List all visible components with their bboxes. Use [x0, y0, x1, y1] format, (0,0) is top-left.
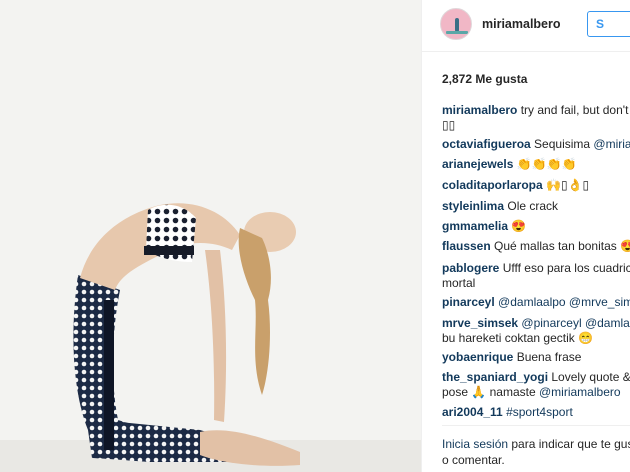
comment-text-cont: pose 🙏 namaste: [442, 385, 539, 399]
comment-mention[interactable]: @miriam: [593, 137, 630, 151]
comment-username[interactable]: styleinlima: [442, 199, 504, 213]
list-item: coladitaporlaropa 🙌▯👌▯: [442, 177, 589, 193]
list-item: gmmamelia 😍: [442, 218, 526, 234]
post-sidebar: miriamalbero S 2,872 Me gusta miriamalbe…: [421, 0, 630, 472]
comment-username[interactable]: flaussen: [442, 239, 491, 253]
comment-text: Sequisima: [534, 137, 594, 151]
comment-text: Lovely quote &: [551, 370, 630, 384]
divider: [442, 425, 630, 426]
list-item: mrve_simsek @pinarceyl @damlaalp: [442, 315, 630, 331]
comment-text: 😍: [511, 219, 527, 233]
comment-text-cont: ▯▯: [442, 118, 456, 132]
comment-username[interactable]: coladitaporlaropa: [442, 178, 543, 192]
comment-username[interactable]: ari2004_11: [442, 405, 503, 419]
comment-username[interactable]: miriamalbero: [442, 103, 517, 117]
comment-username[interactable]: mrve_simsek: [442, 316, 518, 330]
avatar[interactable]: [440, 8, 472, 40]
list-item: the_spaniard_yogi Lovely quote &: [442, 369, 630, 385]
list-item: miriamalbero try and fail, but don't f: [442, 102, 630, 118]
comment-username[interactable]: pinarceyl: [442, 295, 495, 309]
list-item: pinarceyl @damlaalpo @mrve_sims: [442, 294, 630, 310]
comment-hashtag[interactable]: #sport4sport: [506, 405, 573, 419]
list-item-continuation: pose 🙏 namaste @miriamalbero: [442, 384, 621, 400]
likes-count[interactable]: 2,872 Me gusta: [442, 72, 527, 86]
comment-text-cont: bu hareketi coktan gectik 😁: [442, 331, 594, 345]
list-item: ari2004_11 #sport4sport: [442, 404, 573, 420]
avatar-mat: [446, 31, 468, 34]
list-item: arianejewels 👏👏👏👏: [442, 156, 577, 172]
comment-mention[interactable]: @pinarceyl @damlaalp: [521, 316, 630, 330]
yoga-photo-illustration: [0, 0, 421, 472]
list-item: styleinlima Ole crack: [442, 198, 558, 214]
list-item-continuation: bu hareketi coktan gectik 😁: [442, 330, 593, 346]
avatar-figure: [455, 18, 459, 32]
post-photo[interactable]: [0, 0, 421, 472]
list-item: yobaenrique Buena frase: [442, 349, 581, 365]
comment-username[interactable]: yobaenrique: [442, 350, 513, 364]
comment-mention[interactable]: @miriamalbero: [539, 385, 621, 399]
list-item-continuation: mortal: [442, 275, 475, 291]
list-item: pablogere Ufff eso para los cuadric: [442, 260, 630, 276]
comment-text-cont: mortal: [442, 276, 476, 290]
post-header: miriamalbero S: [422, 0, 630, 52]
comment-text: Ole crack: [507, 199, 559, 213]
comment-username[interactable]: arianejewels: [442, 157, 513, 171]
comment-text: 🙌▯👌▯: [546, 178, 590, 192]
comment-text: Ufff eso para los cuadric: [502, 261, 630, 275]
comment-text: Buena frase: [516, 350, 582, 364]
login-prompt-text-cont: o comentar.: [442, 453, 505, 467]
author-username[interactable]: miriamalbero: [482, 17, 561, 31]
list-item: octaviafigueroa Sequisima @miriam: [442, 136, 630, 152]
login-link[interactable]: Inicia sesión: [442, 437, 508, 451]
login-prompt-text: para indicar que te gus: [508, 437, 630, 451]
comment-text: try and fail, but don't f: [520, 103, 630, 117]
comment-text: Qué mallas tan bonitas 😍: [494, 239, 630, 253]
comment-text: 👏👏👏👏: [516, 157, 577, 171]
list-item: flaussen Qué mallas tan bonitas 😍: [442, 238, 630, 254]
follow-button[interactable]: S: [587, 11, 630, 37]
comment-username[interactable]: gmmamelia: [442, 219, 508, 233]
list-item-continuation: ▯▯: [442, 117, 455, 133]
login-prompt: Inicia sesión para indicar que te gus o …: [442, 436, 630, 468]
comment-username[interactable]: octaviafigueroa: [442, 137, 531, 151]
comment-username[interactable]: pablogere: [442, 261, 499, 275]
comment-username[interactable]: the_spaniard_yogi: [442, 370, 548, 384]
comment-mention[interactable]: @damlaalpo @mrve_sims: [498, 295, 630, 309]
